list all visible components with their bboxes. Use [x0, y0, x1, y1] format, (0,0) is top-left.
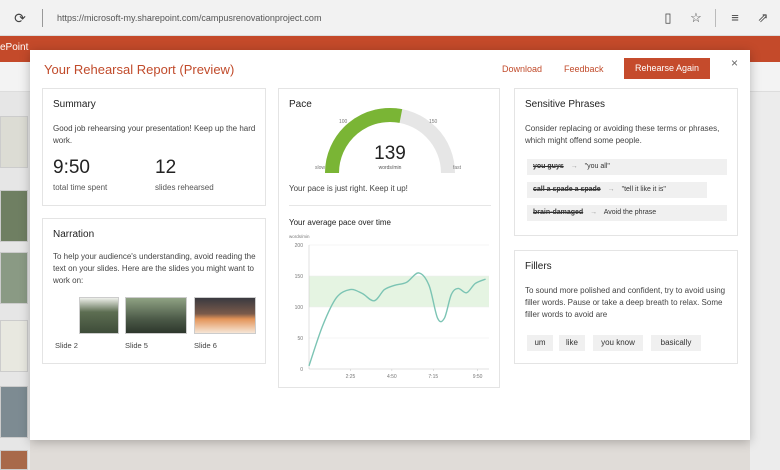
- suggested-replacement: Avoid the phrase: [603, 209, 657, 216]
- y-axis-label: words/min: [289, 234, 310, 239]
- sensitive-phrase-row: call a spade a spade → "tell it like it …: [527, 182, 707, 198]
- browser-actions: ▯ ☆ ≡ ⇗: [659, 9, 772, 27]
- slide-thumbnail-pane: [0, 92, 30, 470]
- slide-thumbnail[interactable]: [0, 252, 28, 304]
- gauge-label-slow: slow: [315, 165, 325, 171]
- app-brand: ePoint: [0, 42, 29, 53]
- narration-title: Narration: [53, 229, 95, 240]
- gauge-tick-100: 100: [339, 119, 348, 125]
- slide-thumbnail-5[interactable]: [125, 297, 187, 334]
- rehearsal-report-dialog: Your Rehearsal Report (Preview) Download…: [30, 50, 750, 440]
- y-tick-label: 100: [295, 305, 304, 311]
- narration-card: Narration To help your audience's unders…: [42, 218, 266, 364]
- suggested-replacement: "you all": [584, 163, 610, 170]
- time-spent-caption: total time spent: [53, 183, 108, 192]
- x-tick-label: 7:15: [428, 374, 438, 380]
- arrow-right-icon: →: [570, 163, 578, 170]
- slides-rehearsed-caption: slides rehearsed: [155, 183, 214, 192]
- favorite-star-icon[interactable]: ☆: [687, 9, 705, 27]
- address-bar[interactable]: https://microsoft-my.sharepoint.com/camp…: [57, 13, 321, 23]
- close-icon[interactable]: ×: [731, 56, 738, 70]
- pace-over-time-chart: words/min 200 150 100 50 0 2:25 4:50 7:15 9:50: [289, 234, 489, 380]
- slide-thumbnail[interactable]: [0, 190, 28, 242]
- sensitive-phrase-row: you guys → "you all": [527, 159, 727, 175]
- narration-text: To help your audience's understanding, a…: [53, 252, 256, 285]
- slide-canvas-bottom: [30, 440, 750, 470]
- fillers-card: Fillers To sound more polished and confi…: [514, 250, 738, 364]
- dialog-title: Your Rehearsal Report (Preview): [44, 62, 235, 77]
- x-tick-label: 2:25: [346, 374, 356, 380]
- filler-word: like: [559, 335, 585, 351]
- url-divider: [42, 8, 43, 27]
- gauge-tick-150: 150: [429, 119, 438, 125]
- flagged-term: call a spade a spade: [533, 186, 601, 193]
- summary-title: Summary: [53, 99, 96, 110]
- sensitive-phrases-card: Sensitive Phrases Consider replacing or …: [514, 88, 738, 236]
- filler-word: um: [527, 335, 553, 351]
- gauge-unit: words/min: [379, 165, 402, 171]
- slide-thumbnail[interactable]: [0, 450, 28, 470]
- slides-rehearsed-value: 12: [155, 157, 177, 178]
- pace-chart-title: Your average pace over time: [289, 218, 391, 227]
- download-link[interactable]: Download: [502, 64, 542, 74]
- fillers-text: To sound more polished and confident, tr…: [525, 286, 726, 319]
- slide-thumbnail[interactable]: [0, 320, 28, 372]
- sensitive-title: Sensitive Phrases: [525, 99, 606, 110]
- pace-card: Pace 100 150 slow fast 139 words/min You…: [278, 88, 500, 388]
- sensitive-phrase-row: brain-damaged → Avoid the phrase: [527, 205, 727, 221]
- x-tick-label: 4:50: [387, 374, 397, 380]
- flagged-term: brain-damaged: [533, 209, 584, 216]
- slide-thumbnail[interactable]: [0, 386, 28, 438]
- slide-label: Slide 5: [125, 341, 148, 350]
- reload-icon[interactable]: ⟳: [12, 10, 28, 26]
- slide-thumbnail-2[interactable]: [79, 297, 119, 334]
- share-icon[interactable]: ⇗: [754, 9, 772, 27]
- suggested-replacement: "tell it like it is": [621, 186, 666, 193]
- summary-card: Summary Good job rehearsing your present…: [42, 88, 266, 206]
- rehearse-again-button[interactable]: Rehearse Again: [624, 58, 710, 79]
- toolbar-divider: [715, 9, 716, 27]
- summary-text: Good job rehearsing your presentation! K…: [53, 124, 256, 145]
- filler-word: basically: [651, 335, 701, 351]
- y-tick-label: 50: [297, 336, 303, 342]
- time-spent-value: 9:50: [53, 157, 90, 178]
- arrow-right-icon: →: [607, 186, 615, 193]
- x-tick-label: 9:50: [473, 374, 483, 380]
- arrow-right-icon: →: [590, 209, 598, 216]
- gauge-value: 139: [374, 143, 406, 164]
- reading-view-icon[interactable]: ▯: [659, 9, 677, 27]
- sensitive-text: Consider replacing or avoiding these ter…: [525, 124, 720, 145]
- pace-divider: [289, 205, 491, 206]
- y-tick-label: 0: [300, 367, 303, 373]
- y-tick-label: 200: [295, 243, 304, 249]
- slide-thumbnail[interactable]: [0, 116, 28, 168]
- gauge-label-fast: fast: [453, 165, 462, 171]
- filler-word: you know: [593, 335, 643, 351]
- slide-label: Slide 6: [194, 341, 217, 350]
- slide-label: Slide 2: [55, 341, 78, 350]
- y-tick-label: 150: [295, 274, 304, 280]
- pace-message: Your pace is just right. Keep it up!: [289, 184, 408, 193]
- powerpoint-right-pane: [750, 92, 780, 470]
- hub-icon[interactable]: ≡: [726, 9, 744, 27]
- flagged-term: you guys: [533, 163, 564, 170]
- fillers-title: Fillers: [525, 261, 552, 272]
- feedback-link[interactable]: Feedback: [564, 64, 604, 74]
- browser-toolbar: ⟳ https://microsoft-my.sharepoint.com/ca…: [0, 0, 780, 36]
- target-pace-band: [309, 276, 489, 307]
- slide-thumbnail-6[interactable]: [194, 297, 256, 334]
